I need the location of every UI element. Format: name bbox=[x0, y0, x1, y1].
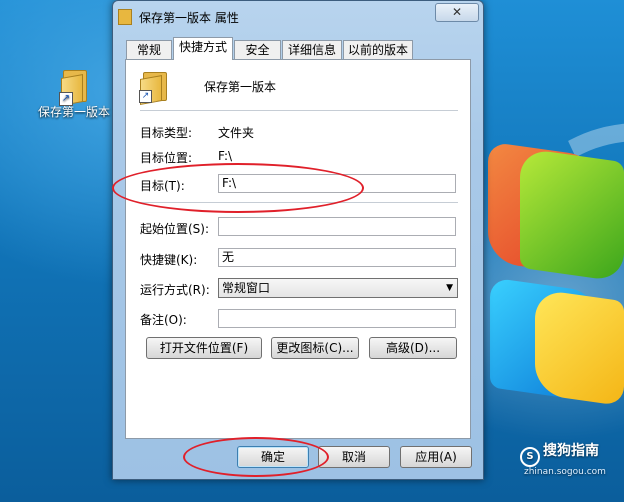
tab-previous-versions[interactable]: 以前的版本 bbox=[343, 40, 413, 59]
open-file-location-button[interactable]: 打开文件位置(F) bbox=[146, 337, 262, 359]
run-label: 运行方式(R): bbox=[140, 283, 210, 297]
folder-icon bbox=[118, 9, 132, 25]
watermark: S 搜狗指南 zhinan.sogou.com bbox=[520, 440, 606, 477]
divider bbox=[140, 110, 458, 111]
watermark-url: zhinan.sogou.com bbox=[524, 467, 606, 477]
start-in-label: 起始位置(S): bbox=[140, 222, 210, 236]
run-select-value: 常规窗口 bbox=[222, 281, 271, 295]
divider bbox=[140, 202, 458, 203]
title-bar[interactable]: 保存第一版本 属性 ✕ bbox=[113, 1, 483, 31]
tab-general[interactable]: 常规 bbox=[126, 40, 172, 59]
close-button[interactable]: ✕ bbox=[435, 3, 479, 22]
properties-dialog: 保存第一版本 属性 ✕ 常规 快捷方式 安全 详细信息 以前的版本 ↗ 保存第一… bbox=[112, 0, 484, 480]
hotkey-label: 快捷键(K): bbox=[140, 253, 198, 267]
desktop-shortcut-label: 保存第一版本 bbox=[38, 105, 111, 119]
comment-label: 备注(O): bbox=[140, 313, 187, 327]
change-icon-button[interactable]: 更改图标(C)... bbox=[271, 337, 359, 359]
shortcut-name: 保存第一版本 bbox=[204, 80, 277, 94]
window-title: 保存第一版本 属性 bbox=[139, 11, 239, 25]
run-select[interactable]: 常规窗口 ▼ bbox=[218, 278, 458, 298]
sogou-logo-icon: S bbox=[520, 447, 540, 467]
target-location-label: 目标位置: bbox=[140, 151, 193, 165]
cancel-button[interactable]: 取消 bbox=[318, 446, 390, 468]
apply-button[interactable]: 应用(A) bbox=[400, 446, 472, 468]
comment-field[interactable] bbox=[218, 309, 456, 328]
chevron-down-icon: ▼ bbox=[446, 283, 453, 293]
advanced-button[interactable]: 高级(D)... bbox=[369, 337, 457, 359]
tab-security[interactable]: 安全 bbox=[234, 40, 281, 59]
wallpaper-flag-yellow bbox=[535, 288, 624, 407]
folder-shortcut-icon: ↗ bbox=[59, 70, 87, 106]
tab-shortcut[interactable]: 快捷方式 bbox=[173, 37, 233, 60]
target-label: 目标(T): bbox=[140, 179, 185, 193]
tab-details[interactable]: 详细信息 bbox=[282, 40, 342, 59]
target-field[interactable]: F:\ bbox=[218, 174, 456, 193]
folder-shortcut-icon: ↗ bbox=[139, 72, 167, 105]
target-type-label: 目标类型: bbox=[140, 126, 193, 140]
hotkey-field[interactable]: 无 bbox=[218, 248, 456, 267]
wallpaper-flag-green bbox=[520, 147, 624, 283]
ok-button[interactable]: 确定 bbox=[237, 446, 309, 468]
target-location-value: F:\ bbox=[218, 149, 233, 163]
start-in-field[interactable] bbox=[218, 217, 456, 236]
target-type-value: 文件夹 bbox=[218, 126, 255, 140]
desktop-shortcut[interactable]: ↗ 保存第一版本 bbox=[38, 70, 110, 120]
shortcut-panel: ↗ 保存第一版本 目标类型: 文件夹 目标位置: F:\ 目标(T): F:\ … bbox=[125, 59, 471, 439]
watermark-text: 搜狗指南 bbox=[543, 443, 599, 459]
close-icon: ✕ bbox=[451, 5, 463, 19]
